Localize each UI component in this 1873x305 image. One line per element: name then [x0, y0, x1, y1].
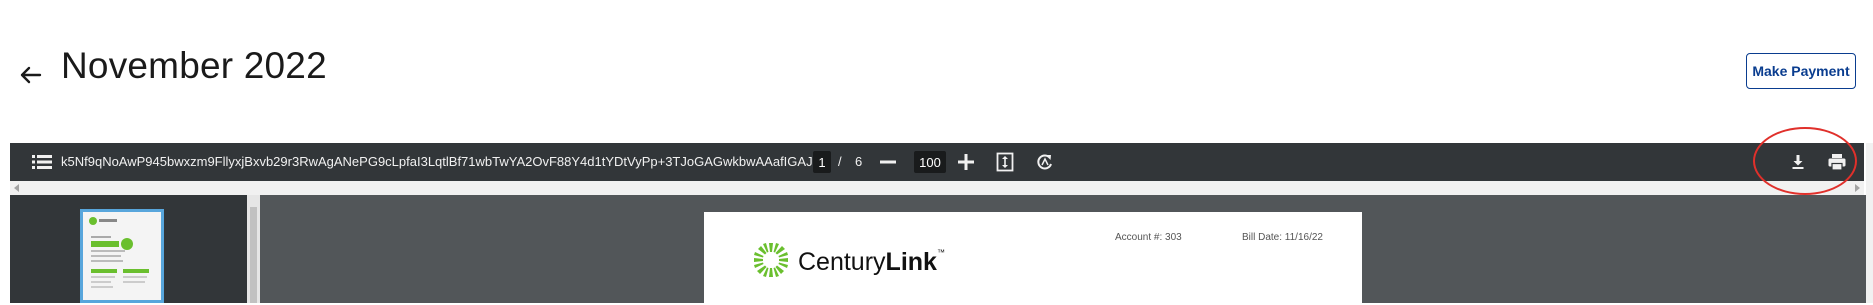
fit-to-page-icon[interactable]	[995, 152, 1015, 172]
sidebar-scroll-thumb[interactable]	[250, 207, 257, 303]
make-payment-button[interactable]: Make Payment	[1746, 53, 1856, 89]
menu-icon[interactable]	[32, 153, 52, 171]
sidebar-scrollbar[interactable]	[247, 195, 260, 303]
thumbnail-preview-icon	[83, 212, 161, 300]
outer-vertical-scrollbar[interactable]	[1866, 143, 1873, 303]
pdf-viewer: k5Nf9qNoAwP945bwxzm9FllyxjBxvb29r3RwAgAN…	[10, 143, 1873, 303]
scroll-right-icon[interactable]	[1853, 184, 1861, 192]
pdf-page: Account #: 303 Bill Date: 11/16/22 Centu…	[704, 212, 1362, 303]
zoom-in-icon[interactable]	[956, 152, 976, 172]
page-thumbnail[interactable]	[80, 209, 164, 303]
brand-bold: Link	[885, 248, 937, 276]
scroll-left-icon[interactable]	[13, 184, 21, 192]
zoom-out-icon[interactable]	[878, 152, 898, 172]
page-separator: /	[838, 154, 842, 169]
brand-name: CenturyLink™	[798, 248, 945, 277]
horizontal-scrollbar[interactable]	[10, 181, 1864, 195]
page-header: November 2022 Make Payment	[0, 0, 1873, 135]
pdf-content-area: Account #: 303 Bill Date: 11/16/22 Centu…	[260, 195, 1866, 303]
page-title: November 2022	[61, 45, 327, 86]
zoom-input[interactable]: 100	[914, 151, 946, 173]
account-number: Account #: 303	[1115, 232, 1182, 243]
bill-date: Bill Date: 11/16/22	[1242, 232, 1323, 243]
thumbnail-sidebar	[10, 195, 247, 303]
back-arrow-icon[interactable]	[17, 62, 43, 88]
highlight-annotation-circle	[1753, 127, 1857, 195]
document-name: k5Nf9qNoAwP945bwxzm9FllyxjBxvb29r3RwAgAN…	[61, 154, 824, 169]
rotate-icon[interactable]	[1035, 152, 1055, 172]
pdf-toolbar: k5Nf9qNoAwP945bwxzm9FllyxjBxvb29r3RwAgAN…	[10, 143, 1864, 181]
page-number-input[interactable]: 1	[813, 151, 831, 173]
brand-trademark: ™	[936, 248, 945, 257]
centurylink-logo-icon	[754, 243, 788, 277]
page-total: 6	[855, 154, 863, 169]
brand-regular: Century	[798, 248, 886, 276]
